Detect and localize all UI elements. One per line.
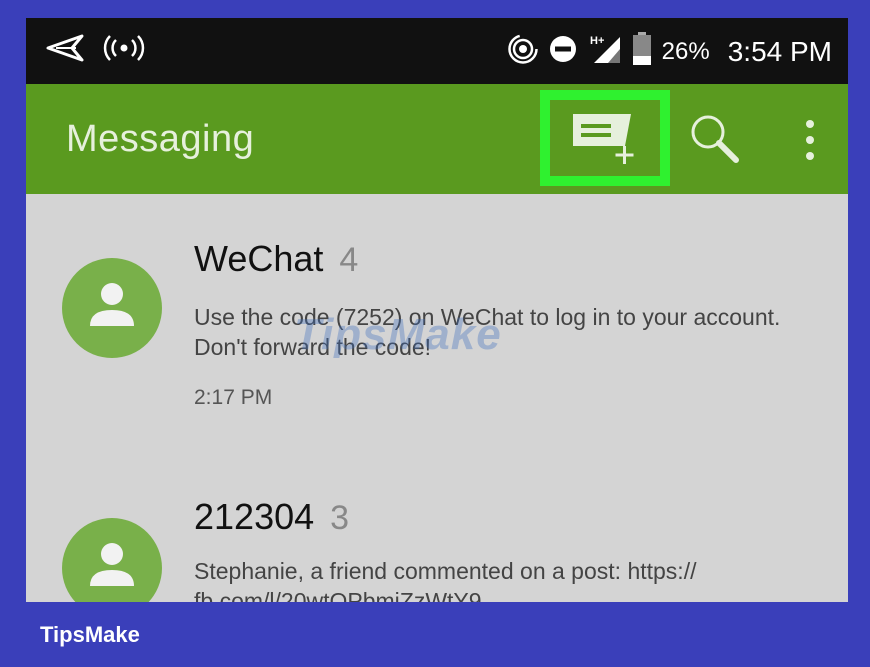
status-right: H+ 26% 3:54 PM xyxy=(507,32,832,71)
hotspot-icon xyxy=(507,34,538,69)
search-icon xyxy=(686,115,746,174)
footer-bar: TipsMake xyxy=(0,602,870,667)
conversation-header: WeChat 4 xyxy=(194,238,358,280)
message-preview: Use the code (7252) on WeChat to log in … xyxy=(194,304,781,360)
message-preview: Stephanie, a friend commented on a post:… xyxy=(194,558,697,602)
do-not-disturb-icon xyxy=(548,34,578,69)
message-count: 3 xyxy=(330,499,350,537)
new-message-icon xyxy=(567,106,643,171)
more-vertical-icon xyxy=(792,120,828,172)
brand-label: TipsMake xyxy=(40,622,140,647)
app-bar: Messaging xyxy=(26,84,848,194)
message-count: 4 xyxy=(339,241,359,279)
app-title: Messaging xyxy=(66,118,255,160)
message-time: 2:17 PM xyxy=(194,386,273,409)
wireless-broadcast-icon xyxy=(102,34,146,67)
person-icon xyxy=(82,536,142,601)
contact-avatar xyxy=(62,518,162,602)
battery-icon xyxy=(632,32,652,71)
battery-percent: 26% xyxy=(661,37,710,65)
status-time: 3:54 PM xyxy=(727,35,832,67)
overflow-menu-button[interactable] xyxy=(792,112,828,168)
navigation-arrow-icon xyxy=(46,34,86,67)
conversation-name: WeChat xyxy=(194,238,324,279)
svg-text:H+: H+ xyxy=(590,35,604,47)
conversation-name: 212304 xyxy=(194,496,315,537)
person-icon xyxy=(82,276,142,341)
watermark: TipsMake xyxy=(294,310,502,359)
conversation-item[interactable]: 212304 3 Stephanie, a friend commented o… xyxy=(26,444,848,602)
conversation-header: 212304 3 xyxy=(194,496,349,538)
contact-avatar xyxy=(62,258,162,358)
status-left xyxy=(46,34,146,67)
search-button[interactable] xyxy=(686,110,746,170)
compose-button[interactable] xyxy=(550,100,660,176)
compose-highlight xyxy=(540,90,670,186)
status-bar: H+ 26% 3:54 PM xyxy=(26,18,848,84)
phone-screen: H+ 26% 3:54 PM Messaging WeChat 4 Use th… xyxy=(26,18,848,602)
signal-hplus-icon: H+ xyxy=(588,33,622,70)
